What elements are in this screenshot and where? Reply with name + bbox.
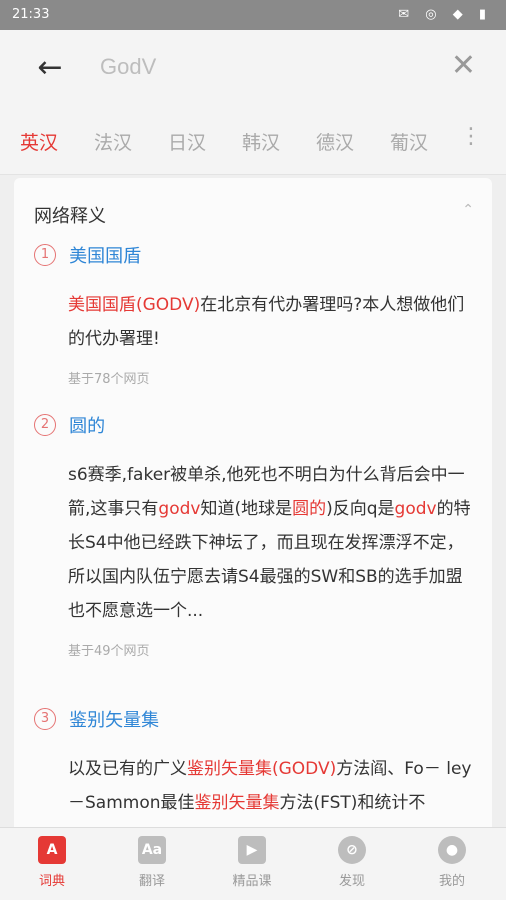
compass-icon: ⊘	[338, 836, 366, 864]
definition-entry: 1 美国国盾 美国国盾(GODV)在北京有代办署理吗?本人想做他们的代办署理! …	[34, 242, 474, 387]
status-icons: ✉ ◎ ◆ ▮	[398, 7, 492, 22]
more-icon[interactable]: ⋮	[460, 124, 482, 149]
entry-source: 基于49个网页	[68, 644, 150, 659]
entry-headword[interactable]: 鉴别矢量集	[69, 710, 159, 731]
nav-discover[interactable]: ⊘ 发现	[312, 836, 392, 889]
search-query[interactable]: GodV	[100, 54, 156, 80]
nav-label: 翻译	[138, 874, 165, 889]
nav-label: 精品课	[232, 874, 272, 889]
entry-source: 基于78个网页	[68, 372, 150, 387]
section-title: 网络释义	[34, 206, 106, 227]
translate-icon: Aa	[138, 836, 166, 864]
entry-example: s6赛季,faker被单杀,他死也不明白为什么背后会中一箭,这事只有godv知道…	[34, 458, 474, 628]
example-text: 以及已有的广义	[68, 759, 187, 779]
entry-example: 以及已有的广义鉴别矢量集(GODV)方法阎、Fo－ ley－Sammon最佳鉴别…	[34, 752, 474, 820]
highlight-term: 圆的	[292, 499, 327, 519]
highlight-term: (GODV)	[136, 295, 201, 315]
example-text: 知道(地球是	[200, 499, 293, 519]
clear-icon[interactable]: ✕	[451, 48, 476, 83]
nav-label: 我的	[438, 874, 465, 889]
back-arrow-icon[interactable]: ←	[30, 50, 70, 90]
entry-number: 1	[34, 244, 56, 266]
example-text: 方法(FST)和统计不	[279, 793, 426, 813]
highlight-term: (GODV)	[272, 759, 337, 779]
highlight-term: 鉴别矢量集	[187, 759, 272, 779]
entry-number: 3	[34, 708, 56, 730]
tab-fr-zh[interactable]: 法汉	[94, 128, 132, 155]
collapse-icon[interactable]: ⌃	[462, 202, 474, 218]
highlight-term: 鉴别矢量集	[194, 793, 280, 813]
entry-headword[interactable]: 美国国盾	[69, 246, 141, 267]
status-time: 21:33	[12, 7, 50, 22]
search-bar: ← GodV ✕	[0, 30, 506, 108]
nav-dictionary[interactable]: A 词典	[12, 836, 92, 889]
nav-profile[interactable]: ● 我的	[412, 836, 492, 889]
definition-entry: 2 圆的 s6赛季,faker被单杀,他死也不明白为什么背后会中一箭,这事只有g…	[34, 412, 474, 659]
video-icon: ▶	[238, 836, 266, 864]
tab-ko-zh[interactable]: 韩汉	[242, 128, 280, 155]
status-bar: 21:33 ✉ ◎ ◆ ▮	[0, 0, 506, 30]
nav-translate[interactable]: Aa 翻译	[112, 836, 192, 889]
nav-label: 词典	[38, 874, 65, 889]
definition-entry: 3 鉴别矢量集 以及已有的广义鉴别矢量集(GODV)方法阎、Fo－ ley－Sa…	[34, 706, 474, 820]
tab-de-zh[interactable]: 德汉	[316, 128, 354, 155]
tab-en-zh[interactable]: 英汉	[20, 128, 58, 155]
dictionary-icon: A	[38, 836, 66, 864]
entry-example: 美国国盾(GODV)在北京有代办署理吗?本人想做他们的代办署理!	[34, 288, 474, 356]
web-definition-card: 网络释义 ⌃ 1 美国国盾 美国国盾(GODV)在北京有代办署理吗?本人想做他们…	[14, 178, 492, 838]
tab-ja-zh[interactable]: 日汉	[168, 128, 206, 155]
highlight-term: 美国国盾	[68, 295, 136, 315]
bottom-nav: A 词典 Aa 翻译 ▶ 精品课 ⊘ 发现 ● 我的	[0, 827, 506, 900]
nav-label: 发现	[338, 874, 365, 889]
highlight-term: godv	[394, 499, 437, 519]
user-icon: ●	[438, 836, 466, 864]
entry-headword[interactable]: 圆的	[69, 416, 105, 437]
entry-number: 2	[34, 414, 56, 436]
nav-courses[interactable]: ▶ 精品课	[212, 836, 292, 889]
tab-pt-zh[interactable]: 葡汉	[390, 128, 428, 155]
highlight-term: godv	[158, 499, 201, 519]
language-tabs: 英汉 法汉 日汉 韩汉 德汉 葡汉 ⋮	[0, 108, 506, 175]
example-text: )反向q是	[326, 499, 395, 519]
